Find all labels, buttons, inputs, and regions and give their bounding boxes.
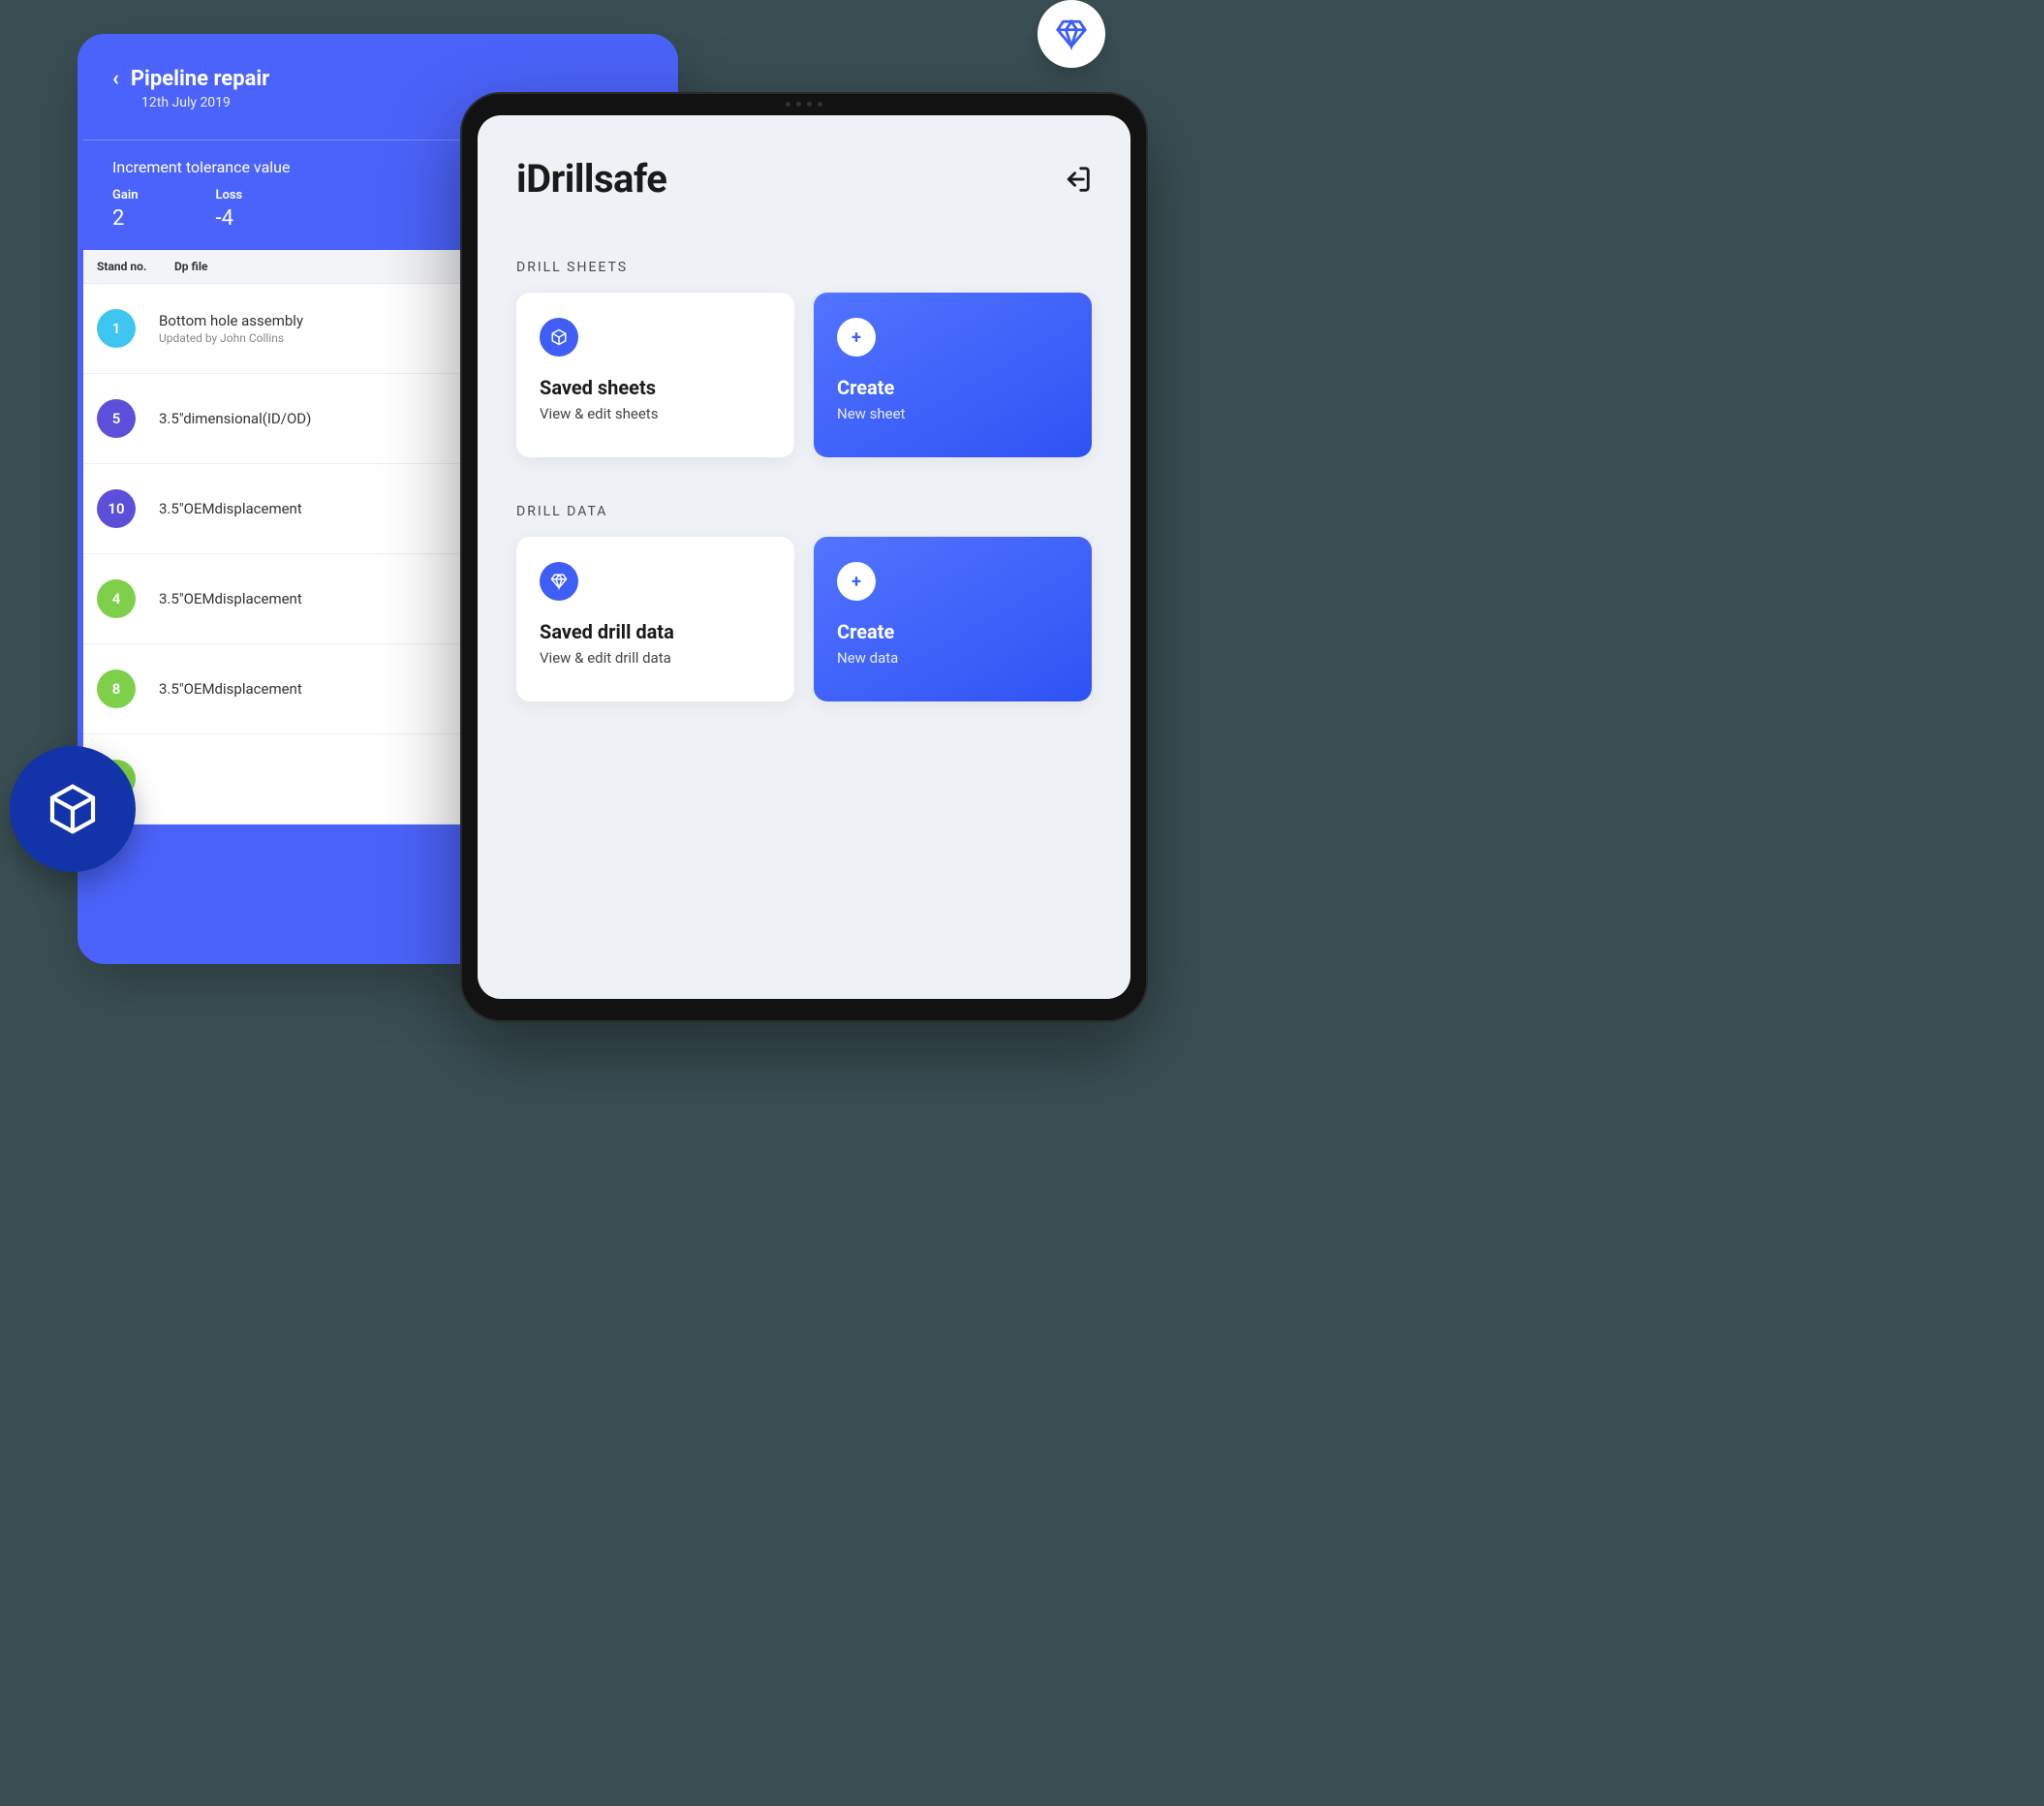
loss-label: Loss: [215, 188, 242, 202]
stand-number-badge: 4: [97, 579, 136, 618]
card-subtitle: New data: [837, 649, 1068, 667]
gain-label: Gain: [112, 188, 138, 202]
stand-number-badge: 8: [97, 669, 136, 708]
floating-gem-badge: [1037, 0, 1105, 68]
create-sheet-card[interactable]: + Create New sheet: [814, 293, 1092, 457]
saved-sheets-card[interactable]: Saved sheets View & edit sheets: [516, 293, 794, 457]
plus-icon: +: [837, 562, 876, 601]
gain-column: Gain 2: [112, 188, 138, 231]
card-subtitle: View & edit sheets: [540, 405, 771, 422]
loss-value: -4: [215, 206, 242, 231]
idrillsafe-tablet: iDrillsafe DRILL SHEETS Saved sheets Vi: [460, 92, 1148, 1022]
create-data-card[interactable]: + Create New data: [814, 537, 1092, 701]
plus-icon: +: [837, 318, 876, 357]
idrillsafe-screen: iDrillsafe DRILL SHEETS Saved sheets Vi: [478, 115, 1130, 999]
saved-drill-data-card[interactable]: Saved drill data View & edit drill data: [516, 537, 794, 701]
stand-number-badge: 5: [97, 399, 136, 438]
logout-icon[interactable]: [1063, 165, 1092, 194]
gain-value: 2: [112, 206, 138, 231]
loss-column: Loss -4: [215, 188, 242, 231]
page-title: Pipeline repair: [131, 67, 269, 91]
section-label-sheets: DRILL SHEETS: [516, 260, 1092, 275]
card-title: Create: [837, 620, 1068, 643]
col-stand: Stand no.: [97, 260, 174, 273]
card-subtitle: New sheet: [837, 405, 1068, 422]
back-chevron-icon[interactable]: ‹: [112, 67, 119, 91]
app-title: iDrillsafe: [516, 156, 666, 202]
floating-cube-badge: [10, 746, 136, 872]
card-subtitle: View & edit drill data: [540, 649, 771, 667]
section-label-data: DRILL DATA: [516, 504, 1092, 519]
stand-number-badge: 1: [97, 309, 136, 348]
camera-notch: [786, 102, 822, 107]
card-title: Saved drill data: [540, 620, 771, 643]
card-title: Saved sheets: [540, 376, 771, 399]
stand-number-badge: 10: [97, 489, 136, 528]
gem-icon: [540, 562, 578, 601]
card-title: Create: [837, 376, 1068, 399]
cube-icon: [540, 318, 578, 357]
